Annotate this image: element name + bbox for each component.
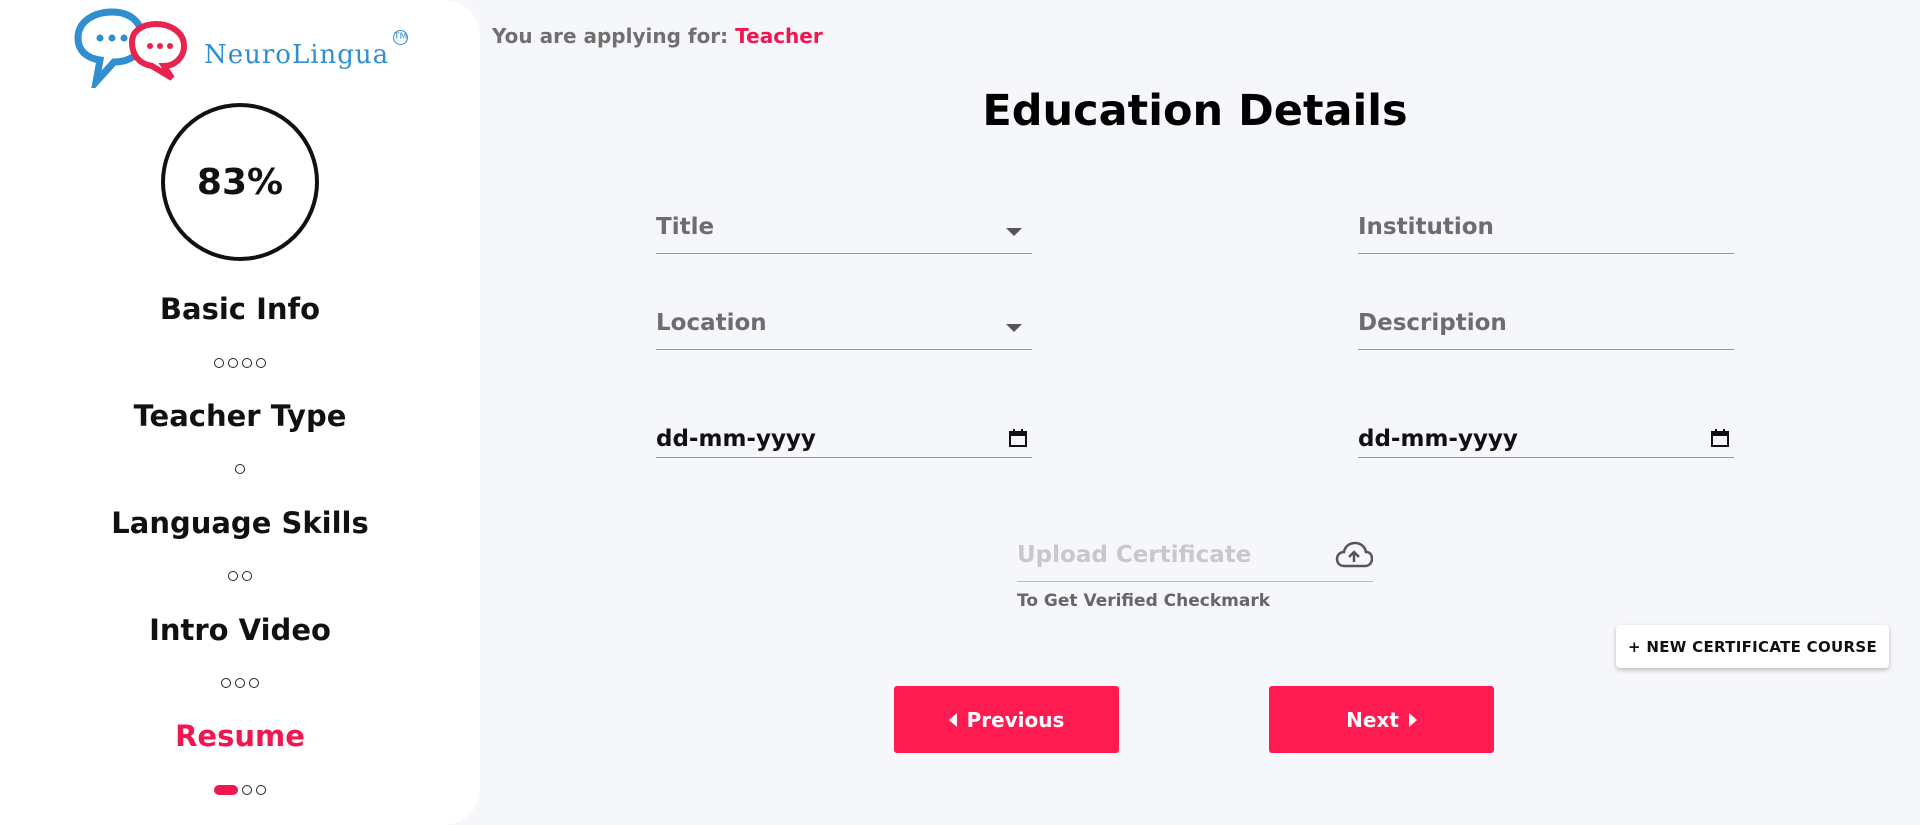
calendar-icon[interactable] — [1008, 428, 1028, 448]
step-dot — [256, 358, 266, 368]
step-dot — [249, 678, 259, 688]
next-button[interactable]: Next — [1269, 686, 1494, 753]
caret-left-icon — [948, 712, 957, 727]
step-basic-info-dots — [0, 358, 480, 368]
step-dot — [228, 571, 238, 581]
previous-button[interactable]: Previous — [894, 686, 1119, 753]
step-resume-dots — [0, 785, 480, 795]
institution-input-label: Institution — [1358, 214, 1494, 240]
description-input[interactable]: Description — [1358, 300, 1734, 350]
step-dot — [235, 464, 245, 474]
step-basic-info[interactable]: Basic Info — [0, 292, 480, 326]
step-dot — [242, 571, 252, 581]
step-teacher-type-dots — [0, 464, 480, 474]
step-resume[interactable]: Resume — [0, 719, 480, 753]
title-select[interactable]: Title — [656, 204, 1032, 254]
upload-certificate-label: Upload Certificate — [1017, 542, 1252, 568]
description-input-label: Description — [1358, 310, 1507, 336]
step-intro-video-dots — [0, 678, 480, 688]
start-date-input[interactable]: dd-mm-yyyy — [656, 408, 1032, 458]
step-teacher-type[interactable]: Teacher Type — [0, 399, 480, 433]
trademark-badge: TM — [393, 30, 408, 45]
step-dot — [235, 678, 245, 688]
location-select-label: Location — [656, 310, 767, 336]
step-dot — [214, 358, 224, 368]
upload-certificate-field[interactable]: Upload Certificate — [1017, 530, 1373, 582]
brand-logo[interactable]: NeuroLingua TM — [68, 8, 418, 88]
progress-indicator: 83% — [161, 103, 319, 261]
step-language-skills-dots — [0, 571, 480, 581]
step-language-skills[interactable]: Language Skills — [0, 506, 480, 540]
chevron-down-icon[interactable] — [1006, 324, 1022, 332]
next-button-label: Next — [1346, 707, 1399, 732]
step-dot-current — [214, 785, 238, 795]
applying-role: Teacher — [735, 24, 823, 48]
page-title: Education Details — [982, 86, 1408, 136]
step-dot — [228, 358, 238, 368]
step-dot — [256, 785, 266, 795]
end-date-placeholder: dd-mm-yyyy — [1358, 426, 1518, 452]
institution-input[interactable]: Institution — [1358, 204, 1734, 254]
new-certificate-course-button[interactable]: + NEW CERTIFICATE COURSE — [1616, 625, 1889, 668]
applying-for-label: You are applying for: Teacher — [492, 24, 823, 48]
step-dot — [242, 358, 252, 368]
cloud-upload-icon[interactable] — [1335, 540, 1373, 572]
sidebar: NeuroLingua TM 83% Basic Info Teacher Ty… — [0, 0, 480, 825]
calendar-icon[interactable] — [1710, 428, 1730, 448]
previous-button-label: Previous — [966, 707, 1065, 732]
location-select[interactable]: Location — [656, 300, 1032, 350]
step-dot — [221, 678, 231, 688]
step-intro-video[interactable]: Intro Video — [0, 613, 480, 647]
upload-hint: To Get Verified Checkmark — [1017, 591, 1271, 611]
caret-right-icon — [1408, 712, 1417, 727]
start-date-placeholder: dd-mm-yyyy — [656, 426, 816, 452]
applying-prefix: You are applying for: — [492, 24, 729, 48]
brand-name: NeuroLingua — [204, 40, 390, 70]
step-dot — [242, 785, 252, 795]
end-date-input[interactable]: dd-mm-yyyy — [1358, 408, 1734, 458]
title-select-label: Title — [656, 214, 715, 240]
chevron-down-icon[interactable] — [1006, 228, 1022, 236]
logo-speech-bubbles-icon — [74, 8, 188, 88]
